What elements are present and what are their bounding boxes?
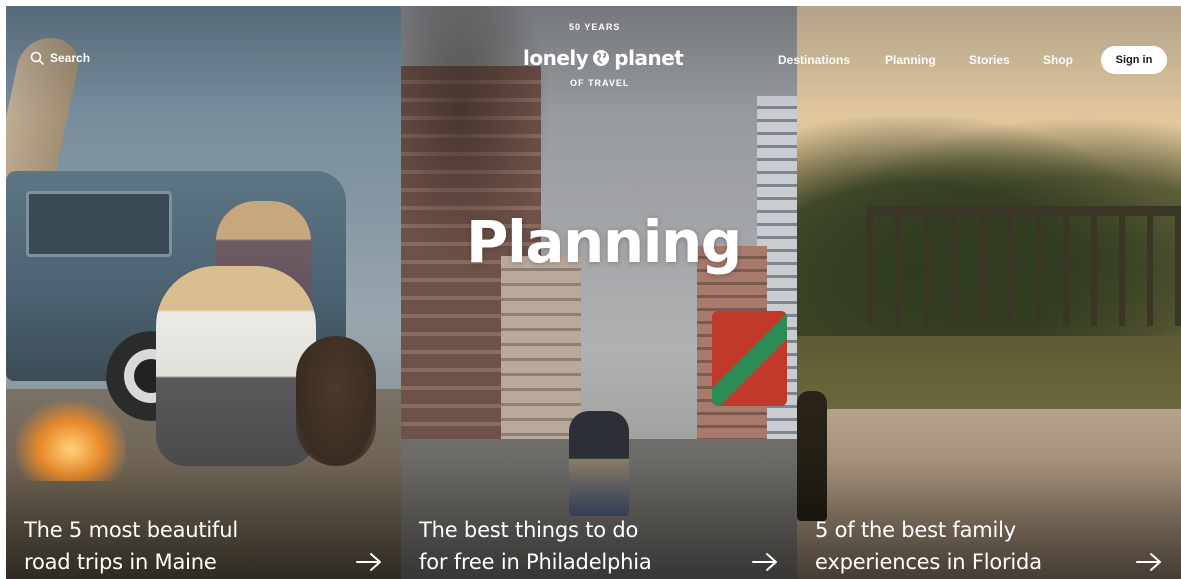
logo-brand-left: lonely [523,46,589,70]
truck-window-shape [26,191,172,257]
love-sculpture-shape [712,311,787,406]
site-header: Search 50 YEARS lonely planet OF TRAVEL … [0,0,1181,110]
logo-tagline-top: 50 YEARS [569,22,621,32]
nav-stories[interactable]: Stories [969,53,1010,67]
search-button[interactable]: Search [30,51,90,65]
logo-tagline-bottom: OF TRAVEL [570,78,630,88]
site-logo[interactable]: 50 YEARS lonely planet OF TRAVEL [515,22,685,100]
arrow-right-icon[interactable] [1135,551,1163,573]
card-title[interactable]: The 5 most beautiful road trips in Maine [24,514,324,578]
nav-destinations[interactable]: Destinations [778,53,850,67]
search-icon [30,51,44,65]
card-title-line: for free in Philadelphia [419,550,652,574]
logo-wordmark: lonely planet [523,46,684,70]
globe-icon [593,50,610,66]
arrow-right-icon[interactable] [751,551,779,573]
card-title-line: The best things to do [419,518,639,542]
card-title-line: 5 of the best family [815,518,1017,542]
card-title[interactable]: 5 of the best family experiences in Flor… [815,514,1115,578]
card-title-line: The 5 most beautiful [24,518,238,542]
search-label: Search [50,51,91,65]
page: The 5 most beautiful road trips in Maine… [0,0,1181,579]
card-title-line: experiences in Florida [815,550,1042,574]
pier-shape [867,206,1181,326]
card-title-line: road trips in Maine [24,550,217,574]
logo-brand-right: planet [614,46,684,70]
nav-shop[interactable]: Shop [1043,53,1073,67]
page-title: Planning [466,208,742,276]
dog-shape [296,336,376,466]
arrow-right-icon[interactable] [355,551,383,573]
nav-planning[interactable]: Planning [885,53,936,67]
sign-in-button[interactable]: Sign in [1101,46,1167,74]
card-title[interactable]: The best things to do for free in Philad… [419,514,719,578]
person-shape [156,266,316,466]
